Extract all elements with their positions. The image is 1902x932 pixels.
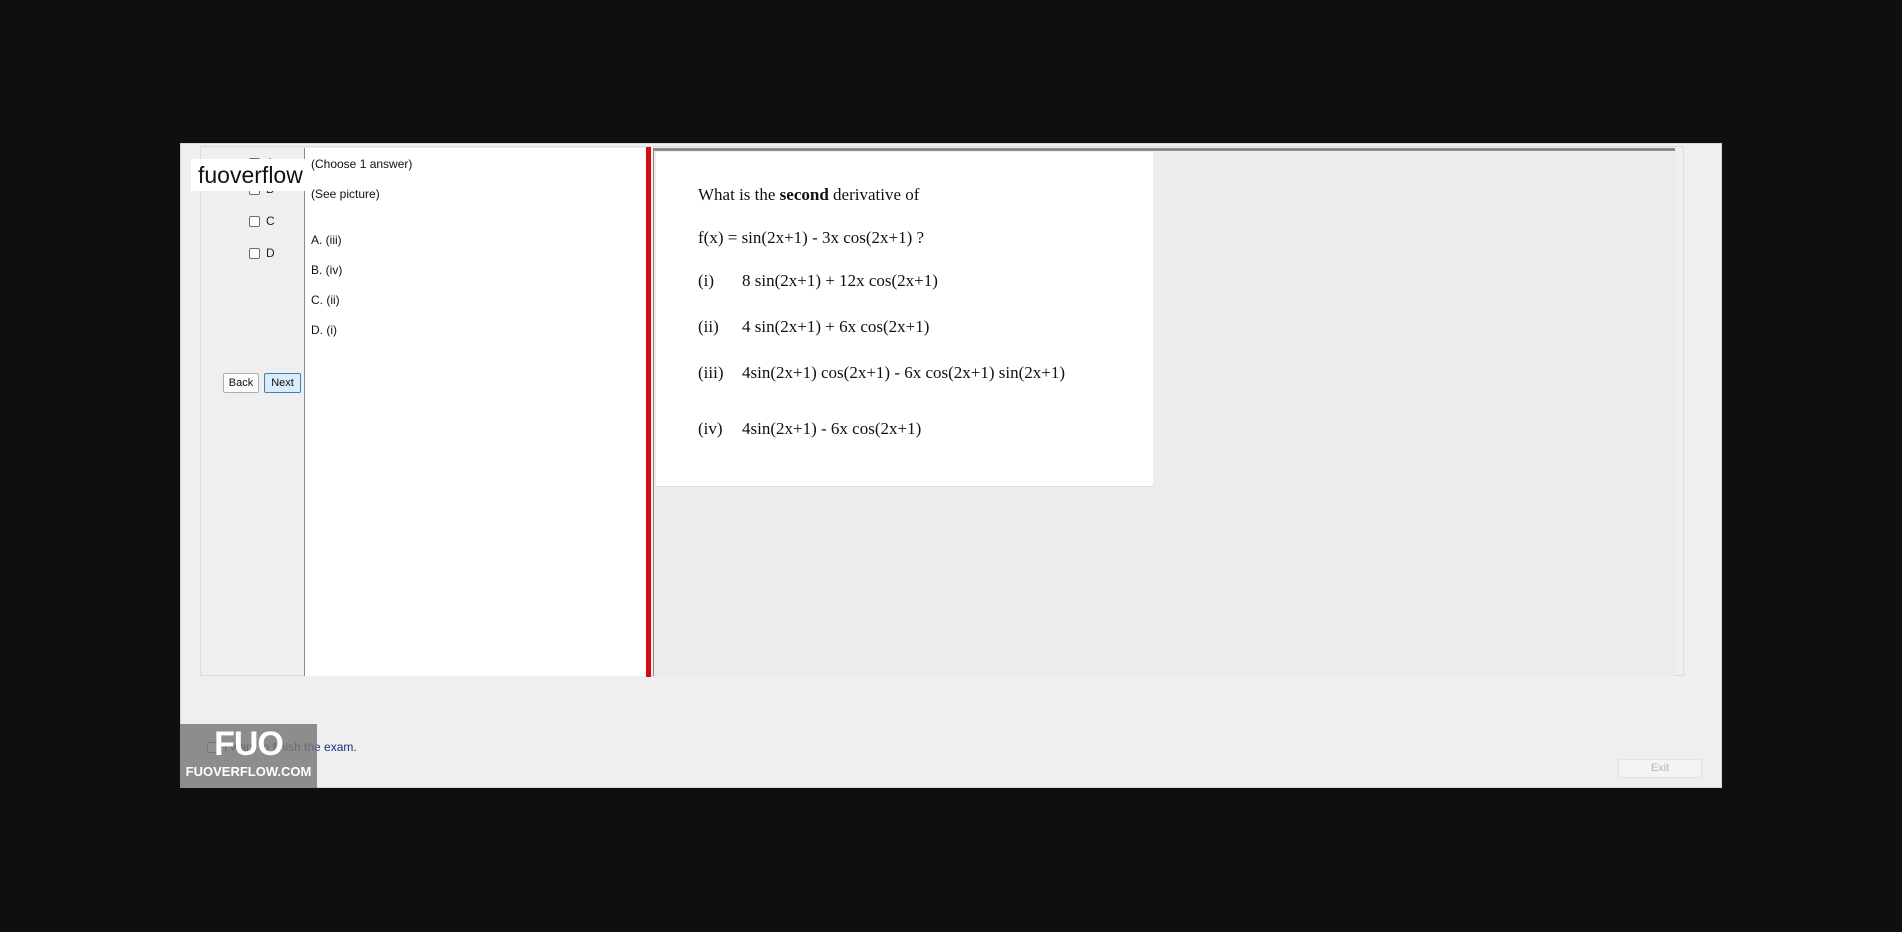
see-picture-text: (See picture) [311, 187, 380, 201]
item-number: (ii) [698, 317, 719, 336]
answer-choice-a: A. (iii) [311, 233, 342, 247]
question-prefix: What is the [698, 185, 780, 204]
option-d-checkbox[interactable] [249, 247, 260, 259]
question-item-iii: (iii) 4sin(2x+1) cos(2x+1) - 6x cos(2x+1)… [698, 363, 1065, 383]
option-row-c[interactable]: C [249, 213, 275, 229]
watermark-logo: FUO FUOVERFLOW.COM [180, 724, 317, 788]
question-item-iv: (iv) 4sin(2x+1) - 6x cos(2x+1) [698, 419, 921, 439]
answer-choice-b: B. (iv) [311, 263, 343, 277]
question-bold-word: second [779, 185, 829, 204]
panel-divider[interactable] [646, 147, 651, 677]
question-item-ii: (ii) 4 sin(2x+1) + 6x cos(2x+1) [698, 317, 929, 337]
answer-panel: (Choose 1 answer) (See picture) A. (iii)… [304, 148, 646, 676]
item-number: (i) [698, 271, 715, 290]
back-button[interactable]: Back [223, 373, 259, 393]
exit-button[interactable]: Exit [1618, 759, 1702, 778]
option-row-d[interactable]: D [249, 245, 275, 261]
question-function: f(x) = sin(2x+1) - 3x cos(2x+1) ? [698, 228, 925, 247]
option-c-checkbox[interactable] [249, 215, 260, 227]
item-text: 4sin(2x+1) - 6x cos(2x+1) [742, 419, 922, 438]
watermark-site: FUOVERFLOW.COM [185, 764, 312, 779]
item-text: 4 sin(2x+1) + 6x cos(2x+1) [742, 317, 930, 336]
item-text: 4sin(2x+1) cos(2x+1) - 6x cos(2x+1) sin(… [742, 363, 1066, 382]
question-image-panel: What is the second derivative of f(x) = … [653, 148, 1675, 676]
question-item-i: (i) 8 sin(2x+1) + 12x cos(2x+1) [698, 271, 938, 291]
question-card: What is the second derivative of f(x) = … [656, 152, 1153, 487]
watermark-logo-mark: FUO [214, 725, 284, 763]
item-text: 8 sin(2x+1) + 12x cos(2x+1) [742, 271, 938, 290]
option-c-label: C [266, 214, 275, 228]
exam-window: A B C D Back Next (Choose 1 answer) (See… [180, 143, 1722, 788]
item-number: (iii) [698, 363, 724, 382]
item-number: (iv) [698, 419, 723, 438]
next-button[interactable]: Next [264, 373, 301, 393]
option-d-label: D [266, 246, 275, 260]
answer-choice-d: D. (i) [311, 323, 337, 337]
instruction-text: (Choose 1 answer) [311, 157, 413, 171]
watermark-text: fuoverflow [191, 159, 309, 191]
question-frame: A B C D Back Next (Choose 1 answer) (See… [200, 146, 1684, 677]
answer-choice-c: C. (ii) [311, 293, 340, 307]
question-suffix: derivative of [828, 185, 920, 204]
question-prompt: What is the second derivative of [698, 185, 919, 205]
